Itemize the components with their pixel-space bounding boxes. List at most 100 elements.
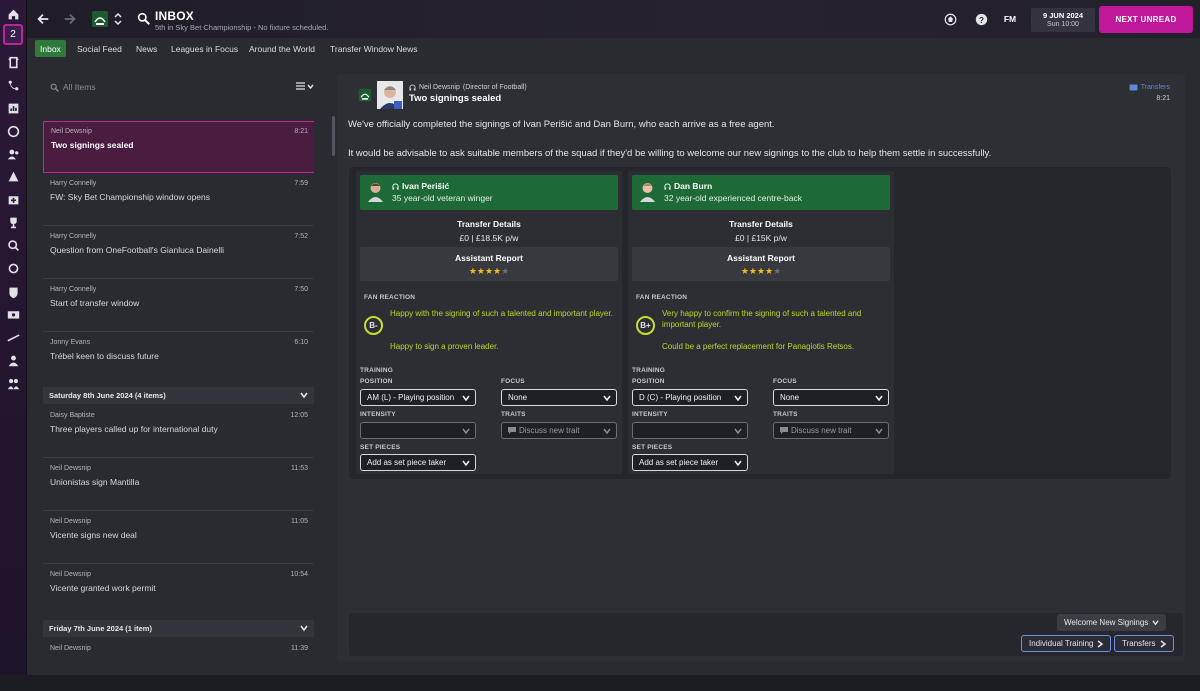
tab-inbox[interactable]: Inbox [35,40,66,57]
staff-icon[interactable] [3,144,23,164]
transfer-fee: £0 | £18.5K p/w [459,233,519,243]
focus-label: FOCUS [773,378,797,385]
star-empty-icon: ★ [501,266,510,276]
finances-icon[interactable] [3,304,23,324]
scouting-icon[interactable] [3,235,23,255]
day-group-header[interactable]: Friday 7th June 2024 (1 item) [43,620,314,637]
star-icon: ★★★★ [740,266,774,276]
dropdown-value: AM (L) - Playing position [367,393,455,402]
focus-dropdown[interactable]: None [773,389,889,406]
traits-dropdown[interactable]: Discuss new trait [501,422,617,439]
search-filter[interactable]: All Items [50,81,250,93]
traits-label: TRAITS [501,411,526,418]
squad-icon[interactable] [3,52,23,72]
set-pieces-dropdown[interactable]: Add as set piece taker [360,454,476,471]
position-dropdown[interactable]: D (C) - Playing position [632,389,748,406]
search-icon [50,83,59,92]
sort-menu-button[interactable] [296,82,314,90]
inbox-icon[interactable]: 2 [3,24,23,45]
avatar[interactable] [377,81,403,109]
fan-reaction-text: Happy to sign a proven leader. [390,342,499,351]
list-item[interactable]: Neil Dewsnip 11:53 Unionistas sign Manti… [43,459,314,511]
staff-hub-icon[interactable] [3,350,23,370]
ball-icon[interactable] [943,12,957,26]
message-time: 8:21 [294,128,308,135]
medical-icon[interactable] [3,189,23,209]
club-info-icon[interactable] [3,282,23,302]
player-header[interactable]: Dan Burn 32 year-old experienced centre-… [632,175,890,210]
list-scrollbar[interactable] [332,116,335,156]
list-item[interactable]: Harry Connelly 7:50 Start of transfer wi… [43,280,314,332]
competitions-icon[interactable] [3,212,23,232]
list-item[interactable]: Neil Dewsnip 11:39 [43,639,314,691]
player-header[interactable]: Ivan Perišić 35 year-old veteran winger [360,175,618,210]
tab-news[interactable]: News [131,40,162,57]
next-unread-button[interactable]: NEXT UNREAD [1099,6,1193,33]
category-tag[interactable]: Transfers [1129,84,1170,91]
player-description: 35 year-old veteran winger [392,193,493,203]
page-subtitle: 5th in Sky Bet Championship - No fixture… [155,23,329,32]
assistant-report[interactable]: Assistant Report ★★★★★ [632,247,890,281]
club-vision-icon[interactable] [3,166,23,186]
list-item[interactable]: Jonny Evans 6:10 Trébel keen to discuss … [43,333,314,385]
list-item[interactable]: Neil Dewsnip 10:54 Vicente granted work … [43,565,314,617]
tab-leagues-in-focus[interactable]: Leagues in Focus [166,40,243,57]
intensity-dropdown[interactable] [632,422,748,439]
home-icon[interactable] [3,4,23,24]
player-hub-icon[interactable] [3,373,23,393]
schedule-icon[interactable] [3,121,23,141]
search-icon[interactable] [136,11,150,25]
focus-label: FOCUS [501,378,525,385]
set-pieces-dropdown[interactable]: Add as set piece taker [632,454,748,471]
traits-dropdown[interactable]: Discuss new trait [773,422,889,439]
transfer-details-title: Transfer Details [729,219,793,229]
fm-menu-button[interactable]: FM [1000,12,1020,26]
data-hub-icon[interactable] [3,98,23,118]
dropdown-value: None [780,393,800,402]
top-bar: INBOX 5th in Sky Bet Championship - No f… [27,0,1200,38]
club-crest-icon[interactable] [90,9,110,29]
message-subject: Vicente signs new deal [50,530,137,540]
back-arrow-icon[interactable] [35,11,51,27]
focus-dropdown[interactable]: None [501,389,617,406]
set-pieces-label: SET PIECES [360,444,401,451]
category-tag-label: Transfers [1140,84,1170,91]
chat-icon [508,427,516,434]
help-icon[interactable]: ? [974,12,988,26]
individual-training-button[interactable]: Individual Training [1021,635,1112,652]
player-face [367,180,384,202]
club-switcher-chevron-icon[interactable] [113,10,123,28]
message-time: 7:50 [294,286,308,293]
forward-arrow-icon[interactable] [62,11,78,27]
message-title: Two signings sealed [409,93,502,104]
fan-grade-badge: B- [364,316,383,335]
transfers-icon[interactable] [3,258,23,278]
sender-name[interactable]: Neil Dewsnip [419,84,460,91]
tactics-icon[interactable] [3,75,23,95]
player-name: Ivan Perišić [402,181,450,191]
welcome-new-signings-button[interactable]: Welcome New Signings [1057,614,1167,631]
intensity-dropdown[interactable] [360,422,476,439]
sender-role: (Director of Football) [462,84,527,91]
tab-around-the-world[interactable]: Around the World [244,40,320,57]
player-name: Dan Burn [674,181,713,191]
assistant-report[interactable]: Assistant Report ★★★★★ [360,247,618,281]
dev-centre-icon[interactable] [3,327,23,347]
message-sender: Harry Connelly [50,286,97,293]
position-dropdown[interactable]: AM (L) - Playing position [360,389,476,406]
message-subject: Two signings sealed [51,140,134,150]
list-item[interactable]: Harry Connelly 7:59 FW: Sky Bet Champion… [43,174,314,226]
svg-text:?: ? [979,15,984,24]
list-item[interactable]: Daisy Baptiste 12:05 Three players calle… [43,406,314,458]
day-group-header[interactable]: Saturday 8th June 2024 (4 items) [43,387,314,404]
transfers-button[interactable]: Transfers [1114,635,1174,652]
date-display[interactable]: 9 JUN 2024 Sun 10:00 [1031,8,1095,32]
tab-social-feed[interactable]: Social Feed [72,40,127,57]
tab-transfer-window-news[interactable]: Transfer Window News [325,40,423,57]
list-item[interactable]: Neil Dewsnip 11:05 Vicente signs new dea… [43,512,314,564]
message-subject: FW: Sky Bet Championship window opens [50,192,211,202]
message-time: 11:05 [291,518,308,525]
dropdown-value: Add as set piece taker [367,458,447,467]
list-item[interactable]: Harry Connelly 7:52 Question from OneFoo… [43,227,314,279]
list-item[interactable]: Neil Dewsnip 8:21 Two signings sealed [43,121,314,173]
